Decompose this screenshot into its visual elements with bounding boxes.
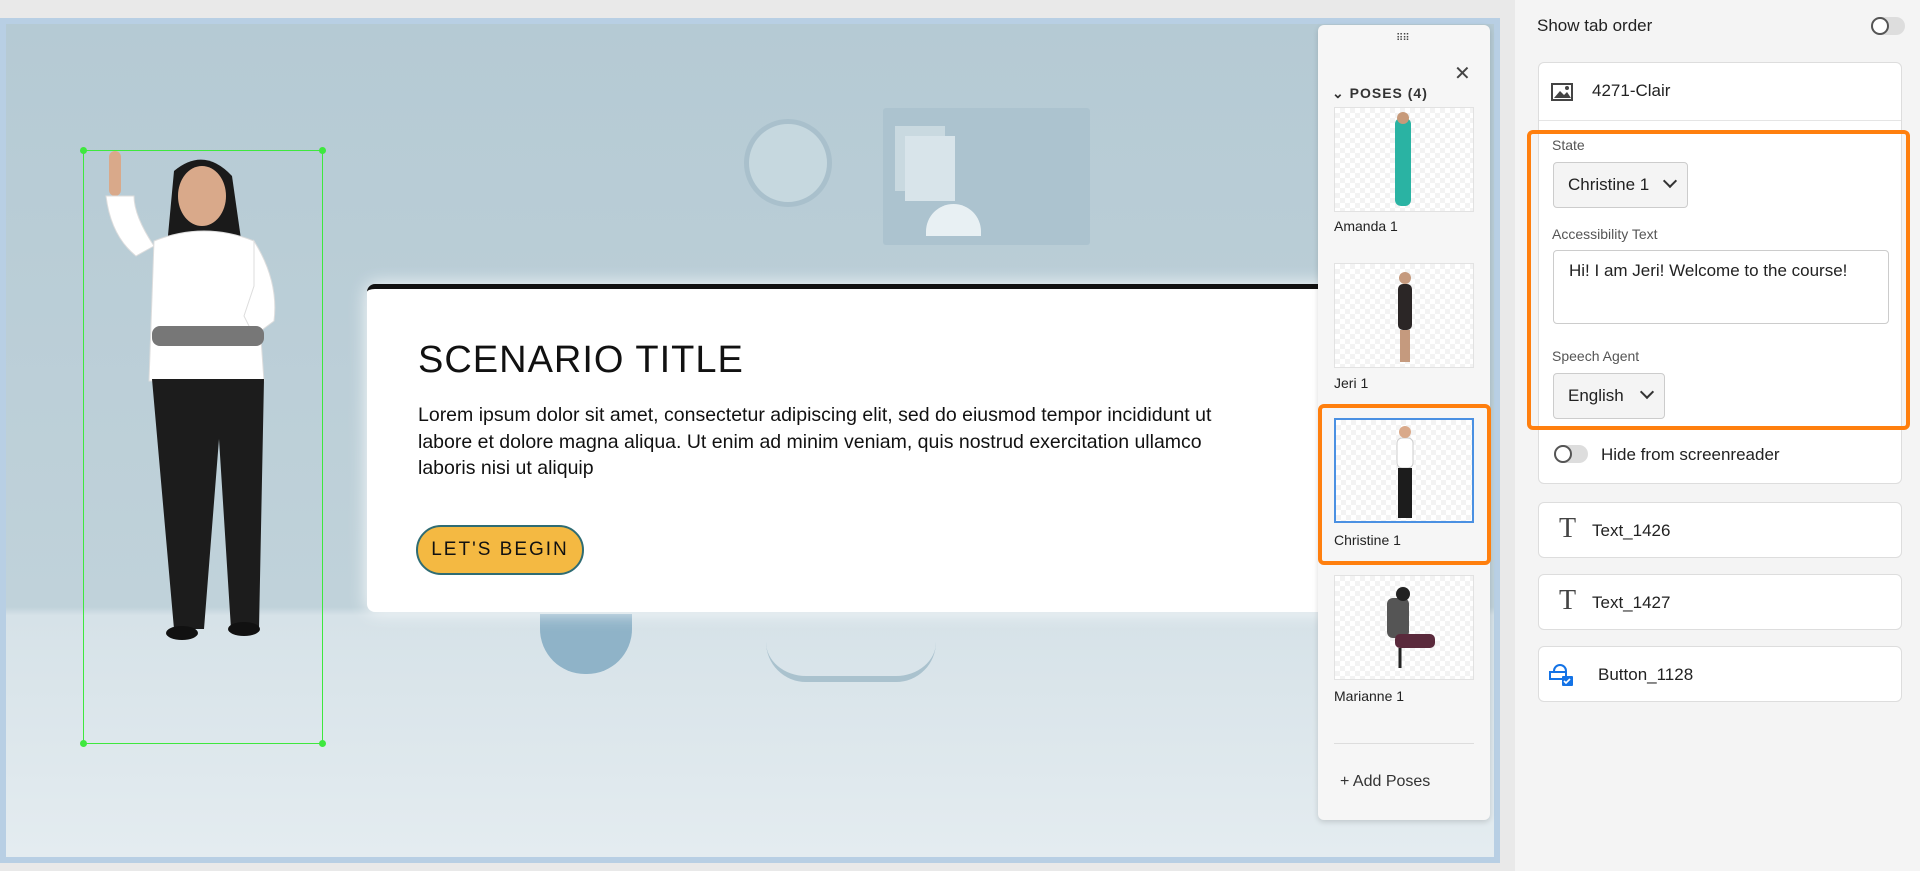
- properties-panel: Show tab order 4271-Clair Hide from scre…: [1515, 0, 1920, 871]
- vase-image: [540, 614, 632, 674]
- divider: [1334, 743, 1474, 744]
- scenario-card[interactable]: SCENARIO TITLE Lorem ipsum dolor sit ame…: [367, 284, 1347, 612]
- layer-item-name: Text_1426: [1592, 521, 1671, 540]
- layer-item-name: Button_1128: [1598, 665, 1694, 684]
- poses-header[interactable]: ⌄ POSES (4): [1332, 85, 1428, 102]
- wall-board-image: [883, 108, 1090, 245]
- show-tab-order-label: Show tab order: [1537, 16, 1653, 35]
- image-item-name: 4271-Clair: [1592, 81, 1671, 100]
- highlight-properties: [1527, 130, 1910, 430]
- character-figure: [105, 151, 276, 640]
- hide-screenreader-label: Hide from screenreader: [1601, 445, 1780, 464]
- chair-image: [766, 642, 936, 682]
- slide-canvas[interactable]: SCENARIO TITLE Lorem ipsum dolor sit ame…: [0, 18, 1500, 863]
- close-icon[interactable]: ✕: [1454, 61, 1471, 86]
- pose-thumb-jeri[interactable]: [1334, 263, 1474, 368]
- character-christine[interactable]: [80, 147, 326, 747]
- image-icon: [1551, 83, 1573, 101]
- layer-item-text-1426[interactable]: T Text_1426: [1538, 502, 1902, 558]
- layer-item-text-1427[interactable]: T Text_1427: [1538, 574, 1902, 630]
- pose-label: Marianne 1: [1334, 688, 1405, 704]
- button-icon: [1549, 664, 1573, 686]
- highlight-selected-pose: [1318, 404, 1491, 565]
- drag-handle-icon[interactable]: ⠿⠿: [1396, 33, 1410, 44]
- chevron-down-icon: ⌄: [1332, 85, 1350, 101]
- scenario-title[interactable]: SCENARIO TITLE: [418, 339, 744, 382]
- pose-label: Jeri 1: [1334, 375, 1369, 391]
- add-poses-button[interactable]: + Add Poses: [1340, 773, 1430, 791]
- scenario-body[interactable]: Lorem ipsum dolor sit amet, consectetur …: [418, 402, 1318, 482]
- show-tab-order-toggle[interactable]: [1871, 17, 1905, 35]
- hide-screenreader-toggle[interactable]: [1554, 445, 1588, 463]
- lets-begin-button[interactable]: LET'S BEGIN: [416, 525, 584, 575]
- text-icon: T: [1559, 513, 1577, 544]
- pose-thumb-marianne[interactable]: [1334, 575, 1474, 680]
- text-icon: T: [1559, 585, 1577, 616]
- pose-thumb-amanda[interactable]: [1334, 107, 1474, 212]
- layer-item-button-1128[interactable]: Button_1128: [1538, 646, 1902, 702]
- layer-item-name: Text_1427: [1592, 593, 1671, 612]
- wall-clock-image: [744, 119, 832, 207]
- pose-label: Amanda 1: [1334, 218, 1398, 234]
